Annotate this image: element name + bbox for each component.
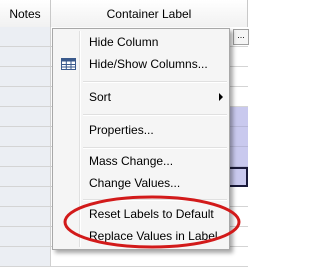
notes-cell[interactable]: [0, 167, 51, 187]
menu-item-properties[interactable]: Properties...: [55, 119, 227, 141]
menu-item-label: Mass Change...: [89, 154, 174, 168]
notes-cell[interactable]: [0, 87, 51, 107]
menu-separator: [83, 81, 227, 83]
menu-item-change-values[interactable]: Change Values...: [55, 172, 227, 194]
cell-ellipsis-button[interactable]: ...: [233, 29, 249, 45]
notes-cell[interactable]: [0, 127, 51, 147]
notes-cell[interactable]: [0, 227, 51, 247]
menu-item-replace-values-in-label[interactable]: Replace Values in Label: [55, 225, 227, 247]
menu-item-label: Sort: [89, 90, 112, 104]
menu-item-label: Change Values...: [89, 176, 181, 190]
menu-separator: [83, 199, 227, 201]
menu-item-hide-column[interactable]: Hide Column: [55, 31, 227, 53]
container-label-cell[interactable]: [51, 247, 248, 267]
menu-item-mass-change[interactable]: Mass Change...: [55, 150, 227, 172]
submenu-arrow-icon: [219, 93, 223, 101]
menu-separator: [83, 114, 227, 116]
menu-item-reset-labels[interactable]: Reset Labels to Default: [55, 203, 227, 225]
notes-cell[interactable]: [0, 147, 51, 167]
notes-cell[interactable]: [0, 247, 51, 267]
columns-grid-icon: [61, 58, 76, 70]
notes-cell[interactable]: [0, 107, 51, 127]
menu-item-label: Replace Values in Label: [89, 229, 218, 243]
column-header-notes[interactable]: Notes: [0, 0, 51, 27]
notes-cell[interactable]: [0, 207, 51, 227]
notes-cell[interactable]: [0, 27, 51, 47]
menu-item-label: Reset Labels to Default: [89, 207, 214, 221]
menu-item-sort[interactable]: Sort: [55, 86, 227, 108]
menu-item-label: Properties...: [89, 123, 154, 137]
notes-cell[interactable]: [0, 67, 51, 87]
menu-item-label: Hide Column: [89, 35, 159, 49]
menu-item-hide-show-columns[interactable]: Hide/Show Columns...: [55, 53, 227, 75]
notes-cell[interactable]: [0, 187, 51, 207]
menu-separator: [83, 147, 227, 149]
menu-item-label: Hide/Show Columns...: [89, 57, 208, 71]
notes-cell[interactable]: [0, 47, 51, 67]
grid-header: Notes Container Label: [0, 0, 248, 28]
column-header-container-label[interactable]: Container Label: [51, 0, 248, 27]
column-context-menu: Hide Column Hide/Show Columns... Sort Pr…: [52, 28, 230, 250]
